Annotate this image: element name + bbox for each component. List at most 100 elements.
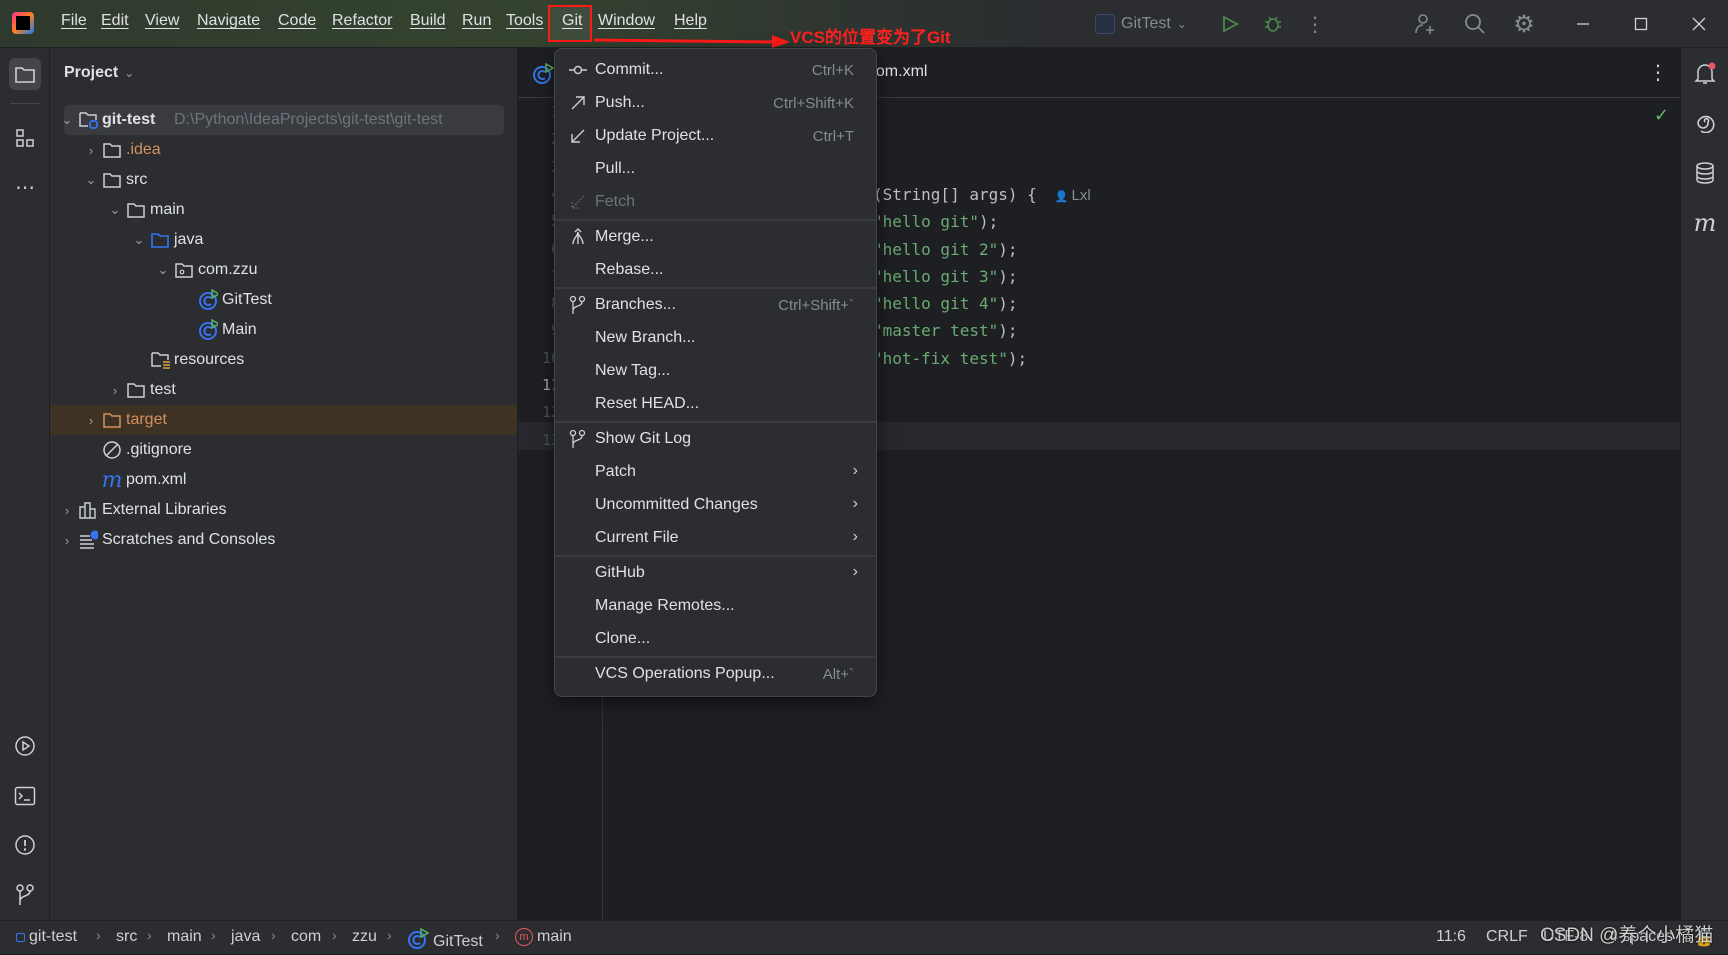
menu-run[interactable]: Run	[462, 12, 491, 30]
tree-item[interactable]: › target	[50, 405, 517, 435]
menu-item-shortcut: Ctrl+T	[812, 128, 854, 145]
menu-item-pull[interactable]: Pull...	[555, 153, 876, 186]
tab-gittest[interactable]	[532, 62, 556, 87]
chevron-right-icon[interactable]: ›	[84, 413, 98, 428]
run-config-selector[interactable]: GitTest ⌄	[1095, 11, 1187, 37]
string-literal: "master test"	[873, 321, 999, 341]
breadcrumb-item[interactable]: zzu	[352, 928, 377, 946]
tree-item[interactable]: ⌄ git-test D:\Python\IdeaProjects\git-test…	[50, 105, 517, 135]
breadcrumb-item[interactable]: m main	[515, 928, 572, 946]
tree-item[interactable]: GitTest	[50, 285, 517, 315]
tree-item[interactable]: resources	[50, 345, 517, 375]
menu-refactor[interactable]: Refactor	[332, 12, 392, 30]
breadcrumb-item[interactable]: src	[116, 928, 137, 946]
menu-item-reset-head[interactable]: Reset HEAD...	[555, 388, 876, 421]
breadcrumb-item[interactable]: java	[231, 928, 260, 946]
tree-item-label: resources	[174, 351, 245, 368]
tree-item[interactable]: › .idea	[50, 135, 517, 165]
menu-edit[interactable]: Edit	[101, 12, 129, 30]
menu-tools[interactable]: Tools	[506, 12, 543, 30]
author-hint[interactable]: 👤 Lxl	[1055, 187, 1091, 204]
breadcrumb-item[interactable]: GitTest	[407, 927, 483, 955]
line-ending[interactable]: CRLF	[1486, 928, 1528, 946]
chevron-down-icon[interactable]: ⌄	[156, 262, 170, 277]
menu-item-uncommitted-changes[interactable]: Uncommitted Changes ›	[555, 489, 876, 522]
gear-icon[interactable]: ⚙	[1510, 10, 1538, 38]
tree-item[interactable]: › Scratches and Consoles	[50, 525, 517, 555]
chevron-right-icon[interactable]: ›	[84, 143, 98, 158]
run-icon[interactable]	[1216, 10, 1244, 38]
merge-icon	[568, 227, 588, 247]
chevron-down-icon[interactable]: ⌄	[108, 202, 122, 217]
tree-item-label: src	[126, 171, 148, 188]
menu-item-label: VCS Operations Popup...	[595, 665, 775, 682]
menu-item-commit[interactable]: Commit... Ctrl+K	[555, 54, 876, 87]
add-user-icon[interactable]	[1411, 10, 1439, 38]
project-view-selector[interactable]: Project ⌄	[64, 64, 134, 82]
menu-help[interactable]: Help	[674, 12, 707, 30]
menu-item-shortcut: Ctrl+Shift+K	[773, 95, 854, 112]
menu-item-github[interactable]: GitHub ›	[555, 557, 876, 590]
notifications-bell-icon[interactable]	[1689, 58, 1721, 90]
tree-item[interactable]: ⌄ main	[50, 195, 517, 225]
chevron-down-icon[interactable]: ⌄	[84, 172, 98, 187]
menu-item-label: Clone...	[595, 630, 651, 647]
debug-icon[interactable]	[1259, 10, 1287, 38]
git-branch-icon[interactable]	[9, 879, 41, 911]
menu-item-current-file[interactable]: Current File ›	[555, 522, 876, 555]
services-icon[interactable]	[9, 730, 41, 762]
breadcrumb-item[interactable]: main	[167, 928, 202, 946]
no-problems-checkmark-icon[interactable]: ✓	[1654, 105, 1669, 126]
tree-item[interactable]: › External Libraries	[50, 495, 517, 525]
minimize-icon[interactable]	[1569, 10, 1597, 38]
more-tools-icon[interactable]: ⋯	[9, 171, 41, 203]
menu-item-new-tag[interactable]: New Tag...	[555, 355, 876, 388]
menu-item-branches[interactable]: Branches... Ctrl+Shift+`	[555, 289, 876, 322]
menu-navigate[interactable]: Navigate	[197, 12, 260, 30]
maven-icon[interactable]: m	[1689, 207, 1721, 239]
editor-more-icon[interactable]: ⋮	[1648, 60, 1668, 85]
structure-icon[interactable]	[9, 122, 41, 154]
close-icon[interactable]	[1685, 10, 1713, 38]
cursor-position[interactable]: 11:6	[1436, 928, 1466, 946]
tree-item[interactable]: ⌄ src	[50, 165, 517, 195]
tree-item[interactable]: m pom.xml	[50, 465, 517, 495]
menu-item-clone[interactable]: Clone...	[555, 623, 876, 656]
tree-item[interactable]: ⌄ com.zzu	[50, 255, 517, 285]
tree-item[interactable]: Main	[50, 315, 517, 345]
chevron-right-icon[interactable]: ›	[108, 383, 122, 398]
maximize-icon[interactable]	[1627, 10, 1655, 38]
project-folder-icon[interactable]	[9, 58, 41, 90]
breadcrumb-item[interactable]: com	[291, 928, 321, 946]
tree-item[interactable]: .gitignore	[50, 435, 517, 465]
menu-item-show-git-log[interactable]: Show Git Log	[555, 423, 876, 456]
chevron-down-icon[interactable]: ⌄	[132, 232, 146, 247]
menu-item-new-branch[interactable]: New Branch...	[555, 322, 876, 355]
problems-icon[interactable]	[9, 829, 41, 861]
push-icon	[568, 93, 588, 113]
menu-item-patch[interactable]: Patch ›	[555, 456, 876, 489]
menu-build[interactable]: Build	[410, 12, 446, 30]
menu-item-push[interactable]: Push... Ctrl+Shift+K	[555, 87, 876, 120]
menu-item-merge[interactable]: Merge...	[555, 221, 876, 254]
more-icon[interactable]: ⋮	[1301, 10, 1329, 38]
menu-item-vcs-operations-popup[interactable]: VCS Operations Popup... Alt+`	[555, 658, 876, 691]
menu-code[interactable]: Code	[278, 12, 316, 30]
menu-item-rebase[interactable]: Rebase...	[555, 254, 876, 287]
tree-item[interactable]: › test	[50, 375, 517, 405]
menu-window[interactable]: Window	[598, 12, 655, 30]
menu-item-manage-remotes[interactable]: Manage Remotes...	[555, 590, 876, 623]
menu-view[interactable]: View	[145, 12, 179, 30]
breadcrumb-item[interactable]: git-test	[16, 928, 77, 946]
module-icon	[16, 932, 25, 942]
chevron-right-icon[interactable]: ›	[60, 533, 74, 548]
menu-file[interactable]: File	[61, 12, 87, 30]
tree-item[interactable]: ⌄ java	[50, 225, 517, 255]
database-icon[interactable]	[1689, 157, 1721, 189]
chevron-down-icon[interactable]: ⌄	[60, 112, 74, 127]
search-icon[interactable]	[1461, 10, 1489, 38]
chevron-right-icon[interactable]: ›	[60, 503, 74, 518]
terminal-icon[interactable]	[9, 780, 41, 812]
menu-item-update-project[interactable]: Update Project... Ctrl+T	[555, 120, 876, 153]
ai-assistant-spiral-icon[interactable]	[1689, 106, 1721, 138]
